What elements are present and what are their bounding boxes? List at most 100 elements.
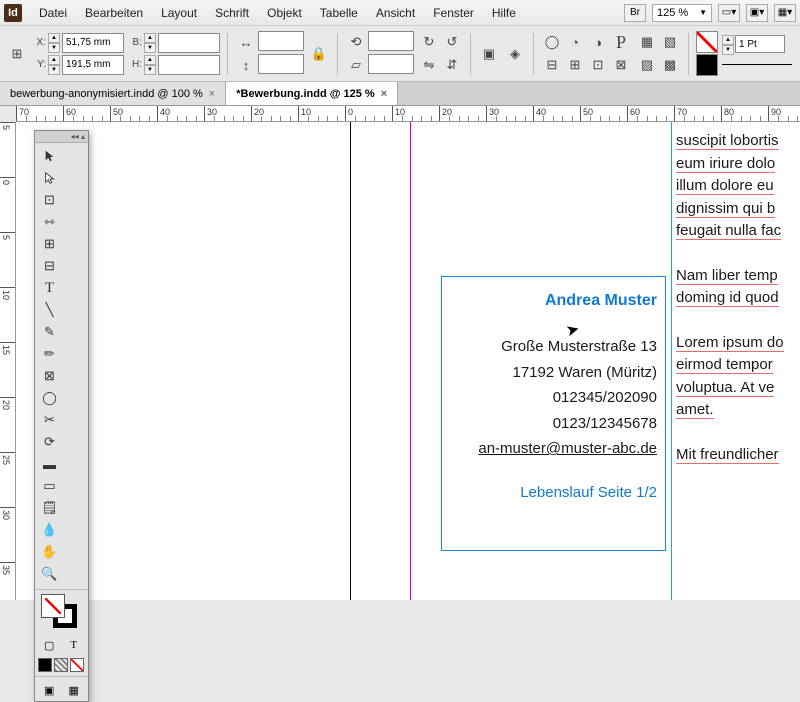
contact-addr1: Große Musterstraße 13	[450, 334, 657, 360]
align-2-icon[interactable]: ⊞	[564, 54, 586, 76]
x-down[interactable]: ▼	[48, 43, 60, 53]
ref-point-icon[interactable]: ⊞	[6, 43, 28, 65]
scale-x-field[interactable]	[258, 31, 304, 51]
document-canvas[interactable]: Andrea Muster Große Musterstraße 13 1719…	[16, 122, 800, 600]
scissors-tool-icon[interactable]: ✂	[37, 409, 62, 431]
wrap-3-icon[interactable]: ▨	[636, 54, 658, 76]
view-options-icon[interactable]: ▭▾	[718, 4, 740, 22]
overflow-text-column: suscipit lobortiseum iriure doloillum do…	[676, 130, 784, 466]
vertical-ruler[interactable]: 505101520253035	[0, 122, 16, 600]
selection-tool-icon[interactable]	[37, 145, 62, 167]
horizontal-ruler[interactable]: 706050403020100102030405060708090	[16, 106, 800, 122]
constrain-icon[interactable]: 🔒	[308, 43, 330, 65]
menu-schrift[interactable]: Schrift	[206, 6, 258, 20]
align-1-icon[interactable]: ⊟	[541, 54, 563, 76]
scale-y-field[interactable]	[258, 54, 304, 74]
shear-icon[interactable]: ▱	[345, 54, 367, 76]
pathfinder-1-icon[interactable]: ◯	[541, 31, 563, 53]
fill-stroke-proxy[interactable]	[38, 594, 86, 630]
rotate-cw-icon[interactable]: ↻	[418, 31, 440, 53]
rectangle-frame-tool-icon[interactable]: ⊠	[37, 365, 62, 387]
arrange-icon[interactable]: ▦▾	[774, 4, 796, 22]
pathfinder-2-icon[interactable]: ◔	[564, 31, 586, 53]
flip-v-icon[interactable]: ⇵	[441, 54, 463, 76]
select-container-icon[interactable]: ▣	[478, 43, 500, 65]
scale-x-icon[interactable]: ↔	[235, 31, 257, 53]
content-placer-icon[interactable]: ⊟	[37, 255, 62, 277]
wrap-4-icon[interactable]: ▩	[659, 54, 681, 76]
select-content-icon[interactable]: ◈	[504, 43, 526, 65]
view-mode-preview-icon[interactable]: ▦	[62, 681, 87, 699]
scale-y-icon[interactable]: ↕	[235, 54, 257, 76]
content-collector-icon[interactable]: ⊞	[37, 233, 62, 255]
y-field[interactable]: 191,5 mm	[62, 55, 124, 75]
contact-tel2: 0123/12345678	[450, 411, 657, 437]
margin-guide[interactable]	[410, 122, 411, 600]
close-icon[interactable]: ×	[209, 88, 215, 100]
line-tool-icon[interactable]: ╲	[37, 299, 62, 321]
hand-tool-icon[interactable]: ✋	[37, 541, 62, 563]
direct-selection-tool-icon[interactable]	[37, 167, 62, 189]
menu-bearbeiten[interactable]: Bearbeiten	[76, 6, 152, 20]
panel-collapse-icon[interactable]: ◂◂ ▴	[35, 131, 88, 143]
pen-tool-icon[interactable]: ✎	[37, 321, 62, 343]
free-transform-tool-icon[interactable]: ⟳	[37, 431, 62, 453]
tools-panel[interactable]: ◂◂ ▴ ⊡ ⇿ ⊞ ⊟ T ╲ ✎ ✏ ⊠ ◯ ✂ ⟳ ▬ ▭ 🗒 💧 ✋ 🔍…	[34, 130, 89, 702]
menu-tabelle[interactable]: Tabelle	[311, 6, 367, 20]
doc-tab-1[interactable]: bewerbung-anonymisiert.indd @ 100 %×	[0, 82, 226, 105]
y-up[interactable]: ▲	[48, 55, 60, 65]
text-frame-contact[interactable]: Andrea Muster Große Musterstraße 13 1719…	[441, 276, 666, 551]
gradient-swatch-tool-icon[interactable]: ▬	[37, 453, 62, 475]
pathfinder-3-icon[interactable]: ◑	[587, 31, 609, 53]
bridge-button[interactable]: Br	[624, 4, 646, 22]
type-tool-icon[interactable]: T	[37, 277, 62, 299]
page-tool-icon[interactable]: ⊡	[37, 189, 62, 211]
formatting-text-icon[interactable]: T	[62, 636, 87, 654]
formatting-container-icon[interactable]: ▢	[37, 636, 62, 654]
contact-tel1: 012345/202090	[450, 385, 657, 411]
column-guide[interactable]	[671, 122, 672, 600]
gradient-feather-tool-icon[interactable]: ▭	[37, 475, 62, 497]
char-p-icon[interactable]: P	[610, 31, 632, 53]
zoom-level[interactable]: 125 %▼	[652, 4, 712, 22]
screen-mode-icon[interactable]: ▣▾	[746, 4, 768, 22]
stroke-swatch[interactable]	[696, 54, 718, 76]
eyedropper-tool-icon[interactable]: 💧	[37, 519, 62, 541]
align-3-icon[interactable]: ⊡	[587, 54, 609, 76]
pencil-tool-icon[interactable]: ✏	[37, 343, 62, 365]
apply-color-icon[interactable]	[38, 658, 52, 672]
stroke-style-icon[interactable]	[722, 64, 792, 72]
control-bar: ⊞ X: ▲▼ 51,75 mm Y: ▲▼ 191,5 mm B: ▲▼ H:…	[0, 26, 800, 82]
contact-addr2: 17192 Waren (Müritz)	[450, 360, 657, 386]
flip-h-icon[interactable]: ⇋	[418, 54, 440, 76]
y-down[interactable]: ▼	[48, 65, 60, 75]
wrap-2-icon[interactable]: ▧	[659, 31, 681, 53]
menu-objekt[interactable]: Objekt	[258, 6, 311, 20]
apply-none-icon[interactable]	[70, 658, 84, 672]
note-tool-icon[interactable]: 🗒	[37, 497, 62, 519]
contact-name: Andrea Muster	[450, 287, 657, 314]
stroke-weight-field[interactable]: 1 Pt	[735, 35, 785, 53]
fill-proxy-icon[interactable]	[41, 594, 65, 618]
menu-fenster[interactable]: Fenster	[424, 6, 483, 20]
x-up[interactable]: ▲	[48, 33, 60, 43]
wrap-1-icon[interactable]: ▦	[636, 31, 658, 53]
view-mode-normal-icon[interactable]: ▣	[37, 681, 62, 699]
doc-tab-2[interactable]: *Bewerbung.indd @ 125 %×	[226, 82, 398, 105]
ellipse-tool-icon[interactable]: ◯	[37, 387, 62, 409]
apply-gradient-icon[interactable]	[54, 658, 68, 672]
align-4-icon[interactable]: ⊠	[610, 54, 632, 76]
width-field[interactable]	[158, 33, 220, 53]
zoom-tool-icon[interactable]: 🔍	[37, 563, 62, 585]
menu-datei[interactable]: Datei	[30, 6, 76, 20]
height-field[interactable]	[158, 55, 220, 75]
rotate-ccw-icon[interactable]: ↺	[441, 31, 463, 53]
close-icon[interactable]: ×	[381, 88, 387, 100]
x-field[interactable]: 51,75 mm	[62, 33, 124, 53]
fill-swatch[interactable]	[696, 31, 718, 53]
menu-layout[interactable]: Layout	[152, 6, 206, 20]
rotate-icon[interactable]: ⟲	[345, 31, 367, 53]
gap-tool-icon[interactable]: ⇿	[37, 211, 62, 233]
menu-ansicht[interactable]: Ansicht	[367, 6, 424, 20]
menu-hilfe[interactable]: Hilfe	[483, 6, 525, 20]
